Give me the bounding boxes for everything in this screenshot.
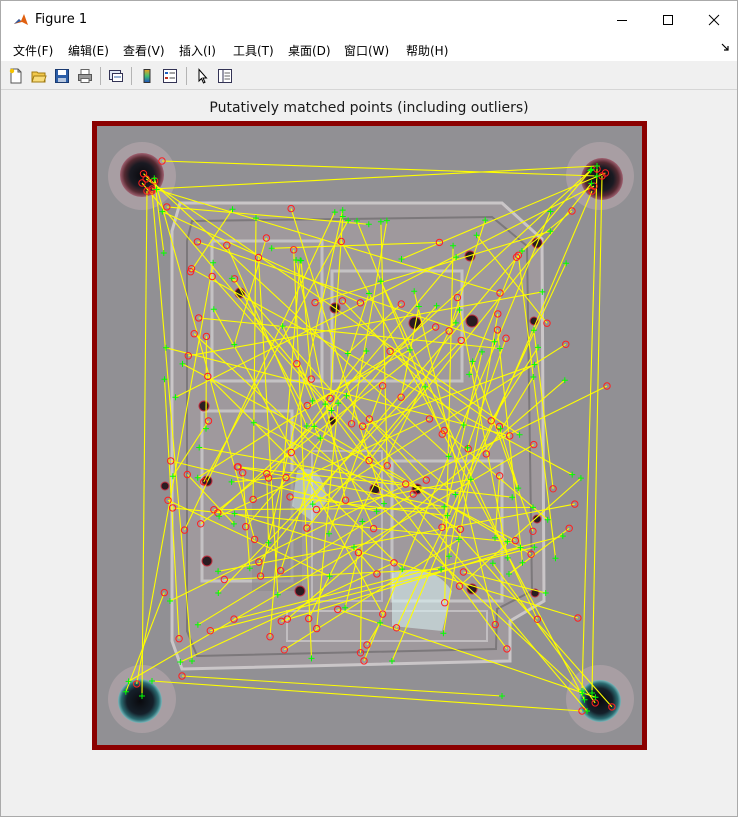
title-bar[interactable]: Figure 1 [1, 1, 737, 39]
minimize-button[interactable] [599, 1, 645, 39]
colorbar-button[interactable] [137, 66, 157, 86]
close-button[interactable] [691, 1, 737, 39]
property-inspector-button[interactable] [215, 66, 235, 86]
plot-title: Putatively matched points (including out… [209, 100, 529, 116]
save-icon [55, 69, 69, 83]
colorbar-icon [143, 69, 151, 83]
menu-desktop[interactable]: 桌面(D) [288, 42, 331, 59]
print-button[interactable] [75, 66, 95, 86]
open-file-icon [31, 71, 47, 83]
figure-toolbar [1, 63, 737, 90]
save-button[interactable] [52, 66, 72, 86]
corner-hole [118, 679, 162, 723]
figure-window: Figure 1 文件(F) 编辑(E) 查看(V) 插入(I) 工具(T) 桌… [0, 0, 738, 817]
edit-plot-button[interactable] [192, 66, 212, 86]
menu-insert[interactable]: 插入(I) [179, 42, 216, 59]
dock-arrow-icon[interactable] [721, 43, 729, 51]
menu-window[interactable]: 窗口(W) [344, 42, 389, 59]
window-title: Figure 1 [35, 12, 88, 27]
link-plot-icon [109, 70, 123, 82]
close-icon [708, 14, 720, 26]
property-inspector-icon [218, 69, 232, 83]
open-file-button[interactable] [29, 66, 49, 86]
print-icon [78, 69, 92, 83]
toolbar-separator [131, 67, 132, 85]
legend-button[interactable] [160, 66, 180, 86]
menu-help[interactable]: 帮助(H) [406, 42, 448, 59]
matlab-icon [13, 12, 29, 28]
matched-points-image[interactable] [92, 121, 647, 750]
menu-edit[interactable]: 编辑(E) [68, 42, 109, 59]
maximize-icon [663, 15, 673, 25]
toolbar-separator [186, 67, 187, 85]
menu-view[interactable]: 查看(V) [123, 42, 165, 59]
link-plot-button[interactable] [106, 66, 126, 86]
minimize-icon [617, 20, 627, 21]
toolbar-separator [100, 67, 101, 85]
menu-file[interactable]: 文件(F) [13, 42, 53, 59]
menu-bar: 文件(F) 编辑(E) 查看(V) 插入(I) 工具(T) 桌面(D) 窗口(W… [1, 39, 737, 61]
corner-hole [579, 680, 621, 722]
menu-tools[interactable]: 工具(T) [233, 42, 274, 59]
new-figure-button[interactable] [6, 66, 26, 86]
new-figure-icon [9, 68, 22, 84]
legend-icon [163, 69, 177, 83]
edit-plot-arrow-icon [198, 68, 208, 84]
maximize-button[interactable] [645, 1, 691, 39]
figure-canvas: Putatively matched points (including out… [1, 90, 737, 816]
